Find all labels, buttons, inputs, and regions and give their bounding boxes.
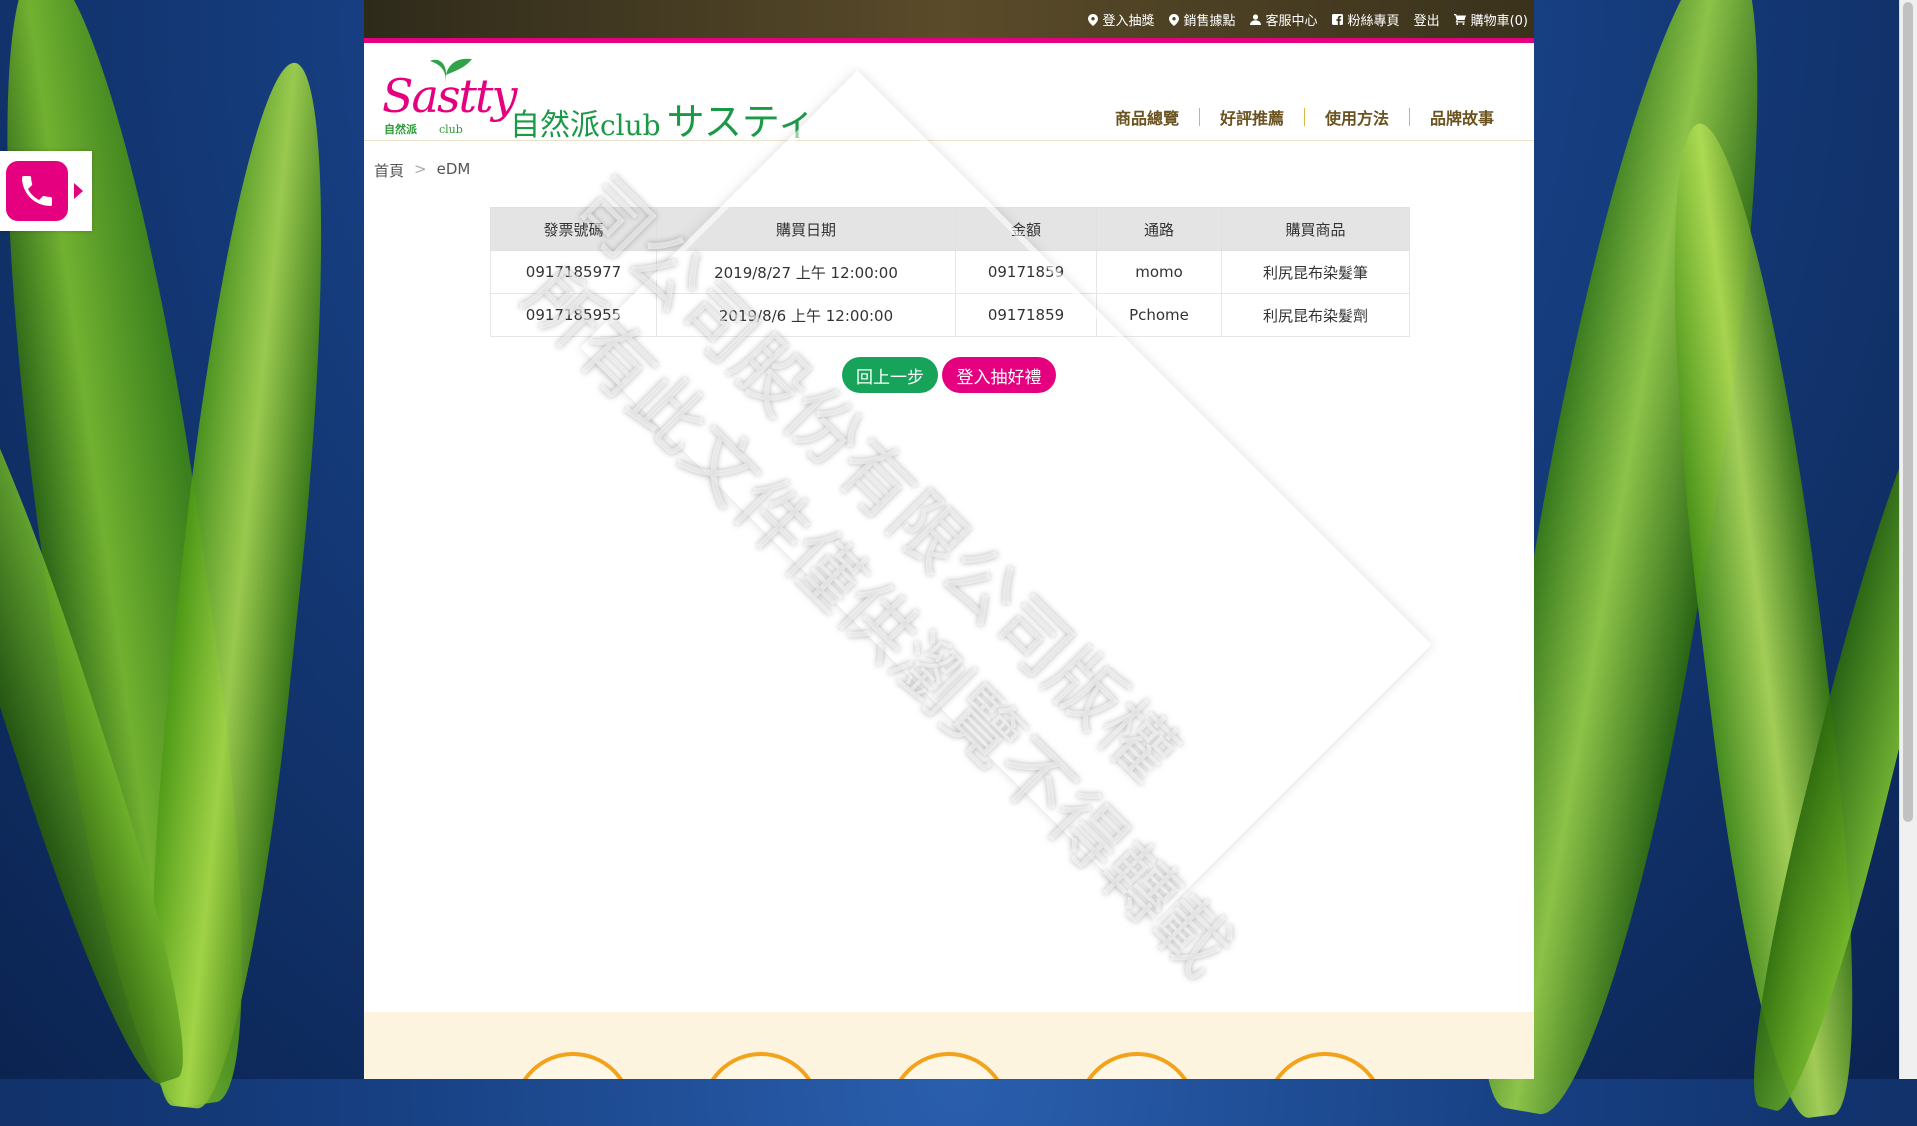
topnav-cart[interactable]: 購物車(0) (1453, 10, 1528, 29)
logo-name-club: club (600, 109, 661, 142)
top-navigation: 登入抽獎 銷售據點 客服中心 粉絲專頁 登出 購物車(0) (1087, 10, 1528, 29)
cell-amount: 09171859 (955, 250, 1097, 294)
site-header: Sastty 自然派 club 自然派club サスティ 商品總覽 好評推薦 使用方… (364, 43, 1534, 144)
topnav-label: 登入抽獎 (1102, 14, 1155, 29)
nav-how-to-use[interactable]: 使用方法 (1305, 105, 1409, 129)
location-pin-icon (1087, 13, 1098, 26)
topnav-logout[interactable]: 登出 (1414, 10, 1440, 29)
logo-name-kanji: 自然派 (510, 108, 600, 143)
footer-circle-icon[interactable] (1077, 1052, 1197, 1079)
back-button[interactable]: 回上一步 (842, 357, 938, 393)
topnav-lottery-login[interactable]: 登入抽獎 (1087, 10, 1155, 29)
logo-name-kana: サスティ (666, 100, 816, 144)
topnav-customer-service[interactable]: 客服中心 (1249, 10, 1318, 29)
breadcrumb-separator: > (414, 160, 427, 178)
top-bar: 登入抽獎 銷售據點 客服中心 粉絲專頁 登出 購物車(0) (364, 0, 1534, 43)
topnav-label: 粉絲專頁 (1347, 14, 1400, 29)
cell-channel: momo (1096, 250, 1222, 294)
user-icon (1249, 14, 1261, 25)
logo-name: 自然派club サスティ (510, 91, 816, 146)
lottery-login-button[interactable]: 登入抽好禮 (942, 357, 1056, 393)
nav-brand-story[interactable]: 品牌故事 (1410, 105, 1514, 129)
cell-product: 利尻昆布染髮筆 (1221, 250, 1410, 294)
column-header-invoice: 發票號碼 (490, 207, 657, 251)
breadcrumb: 首頁 > eDM (374, 160, 470, 181)
logo-script: Sastty (382, 69, 518, 123)
cell-date: 2019/8/6 上午 12:00:00 (656, 293, 956, 337)
expand-arrow-icon (74, 183, 83, 199)
topnav-store-locations[interactable]: 銷售據點 (1168, 10, 1236, 29)
cell-channel: Pchome (1096, 293, 1222, 337)
cart-icon (1453, 14, 1466, 25)
footer-circle-icon[interactable] (513, 1052, 633, 1079)
invoice-table: 發票號碼 購買日期 金額 通路 購買商品 0917185977 2019/8/2… (490, 207, 1410, 337)
location-pin-icon (1168, 13, 1179, 26)
cell-amount: 09171859 (955, 293, 1097, 337)
topnav-label: 購物車(0) (1470, 14, 1528, 29)
page-container: 登入抽獎 銷售據點 客服中心 粉絲專頁 登出 購物車(0) Sastty 自然派… (364, 0, 1534, 1079)
breadcrumb-home[interactable]: 首頁 (374, 160, 404, 181)
topnav-label: 客服中心 (1265, 14, 1318, 29)
logo-subtitle: 自然派 club (384, 121, 463, 137)
table-header-row: 發票號碼 購買日期 金額 通路 購買商品 (490, 207, 1410, 251)
column-header-amount: 金額 (955, 207, 1097, 251)
nav-recommendations[interactable]: 好評推薦 (1200, 105, 1304, 129)
topnav-fan-page[interactable]: 粉絲專頁 (1331, 10, 1400, 29)
column-header-channel: 通路 (1096, 207, 1222, 251)
table-row: 0917185955 2019/8/6 上午 12:00:00 09171859… (490, 293, 1410, 337)
column-header-date: 購買日期 (656, 207, 956, 251)
phone-icon (6, 161, 68, 221)
page-scrollbar[interactable] (1899, 0, 1917, 1079)
column-header-product: 購買商品 (1221, 207, 1410, 251)
action-buttons: 回上一步 登入抽好禮 (842, 357, 1056, 393)
breadcrumb-current: eDM (436, 160, 471, 178)
phone-contact-widget[interactable] (0, 151, 92, 231)
brand-logo[interactable]: Sastty 自然派 club 自然派club サスティ (382, 57, 822, 144)
footer-circle-icon[interactable] (1265, 1052, 1385, 1079)
footer-circle-icon[interactable] (701, 1052, 821, 1079)
table-row: 0917185977 2019/8/27 上午 12:00:00 0917185… (490, 250, 1410, 294)
cell-invoice: 0917185977 (490, 250, 657, 294)
topnav-label: 登出 (1413, 14, 1440, 29)
topnav-label: 銷售據點 (1183, 14, 1236, 29)
nav-product-overview[interactable]: 商品總覽 (1095, 105, 1199, 129)
cell-product: 利尻昆布染髮劑 (1221, 293, 1410, 337)
cell-invoice: 0917185955 (490, 293, 657, 337)
footer-circle-icon[interactable] (889, 1052, 1009, 1079)
main-navigation: 商品總覽 好評推薦 使用方法 品牌故事 (1095, 105, 1514, 129)
facebook-icon (1331, 14, 1343, 25)
scrollbar-thumb[interactable] (1903, 2, 1913, 822)
footer-area (364, 1012, 1534, 1079)
cell-date: 2019/8/27 上午 12:00:00 (656, 250, 956, 294)
logo-sub-left: 自然派 (384, 123, 417, 136)
logo-sub-right: club (439, 123, 463, 136)
